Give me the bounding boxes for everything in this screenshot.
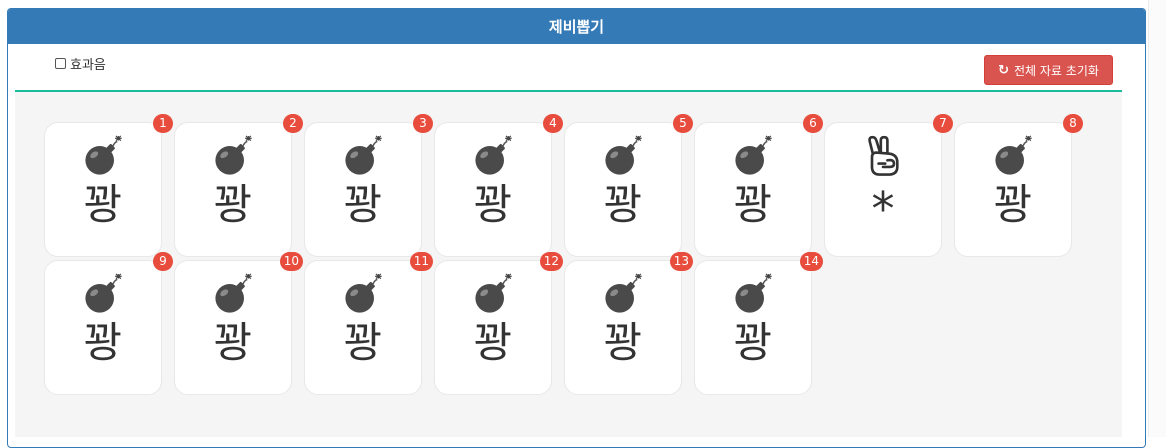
card-number-badge: 7 — [933, 114, 953, 133]
card-result-text: 꽝 — [213, 318, 253, 367]
bomb-icon — [305, 135, 421, 175]
card-number-badge: 12 — [539, 252, 563, 271]
card-number-badge: 6 — [803, 114, 823, 133]
bomb-icon — [565, 273, 681, 313]
card-result-text: 꽝 — [603, 318, 643, 367]
card-number-badge: 13 — [669, 252, 693, 271]
bomb-icon — [45, 273, 161, 313]
lottery-card[interactable]: 3꽝 — [304, 114, 433, 257]
card-result-text: 꽝 — [343, 180, 383, 229]
bomb-icon — [435, 273, 551, 313]
lottery-card[interactable]: 9꽝 — [44, 252, 173, 395]
bomb-icon — [175, 135, 291, 175]
card-number-badge: 8 — [1063, 114, 1083, 133]
card-number-badge: 1 — [153, 114, 173, 133]
card-number-badge: 5 — [673, 114, 693, 133]
sound-effect-checkbox[interactable] — [55, 58, 66, 69]
card-result-text: 꽝 — [733, 318, 773, 367]
card-number-badge: 10 — [279, 252, 303, 271]
card-result-text: 꽝 — [213, 180, 253, 229]
bomb-icon — [565, 135, 681, 175]
card-result-text: 꽝 — [473, 318, 513, 367]
reset-all-button[interactable]: ↻ 전체 자료 초기화 — [984, 55, 1113, 85]
scrollbar[interactable] — [1148, 0, 1166, 437]
bomb-icon — [695, 135, 811, 175]
card-result-text: 꽝 — [83, 318, 123, 367]
reset-all-label: 전체 자료 초기화 — [1013, 63, 1099, 78]
card-number-badge: 2 — [283, 114, 303, 133]
lottery-card[interactable]: 6꽝 — [694, 114, 823, 257]
panel-title: 제비뽑기 — [8, 9, 1145, 44]
card-result-text: 꽝 — [343, 318, 383, 367]
card-number-badge: 4 — [543, 114, 563, 133]
card-result-text: 꽝 — [733, 180, 773, 229]
lottery-card[interactable]: 14 꽝 — [694, 252, 823, 395]
bomb-icon — [955, 135, 1071, 175]
bomb-icon — [45, 135, 161, 175]
card-result-text: 꽝 — [473, 180, 513, 229]
card-result-text: 꽝 — [993, 180, 1033, 229]
bomb-icon — [305, 273, 421, 313]
lottery-card[interactable]: 13 꽝 — [564, 252, 693, 395]
lottery-card[interactable]: 11 꽝 — [304, 252, 433, 395]
card-result-text: 꽝 — [83, 180, 123, 229]
lottery-card[interactable]: 10 꽝 — [174, 252, 303, 395]
card-number-badge: 11 — [409, 252, 433, 271]
lottery-card[interactable]: 5꽝 — [564, 114, 693, 257]
bomb-icon — [695, 273, 811, 313]
lottery-card[interactable]: 4꽝 — [434, 114, 563, 257]
sound-effect-label: 효과음 — [70, 58, 106, 73]
lottery-card[interactable]: 1꽝 — [44, 114, 173, 257]
lottery-card[interactable]: 7 * — [824, 114, 953, 257]
card-board: 1 꽝 2 꽝 3 꽝 4 꽝 5 꽝 6 꽝 7 * 8 꽝 9 꽝 10 꽝 11 꽝 12 꽝 13 꽝 14 꽝 — [15, 92, 1122, 437]
lottery-card[interactable]: 8꽝 — [954, 114, 1083, 257]
bomb-icon — [175, 273, 291, 313]
card-result-text: 꽝 — [603, 180, 643, 229]
sound-effect-toggle[interactable]: 효과음 — [55, 54, 106, 73]
victory-hand-icon — [825, 135, 941, 175]
lottery-card[interactable]: 2꽝 — [174, 114, 303, 257]
card-number-badge: 9 — [153, 252, 173, 271]
bomb-icon — [435, 135, 551, 175]
refresh-icon: ↻ — [998, 62, 1009, 78]
card-number-badge: 14 — [799, 252, 823, 271]
card-result-text: * — [871, 182, 895, 236]
card-number-badge: 3 — [413, 114, 433, 133]
lottery-card[interactable]: 12 꽝 — [434, 252, 563, 395]
